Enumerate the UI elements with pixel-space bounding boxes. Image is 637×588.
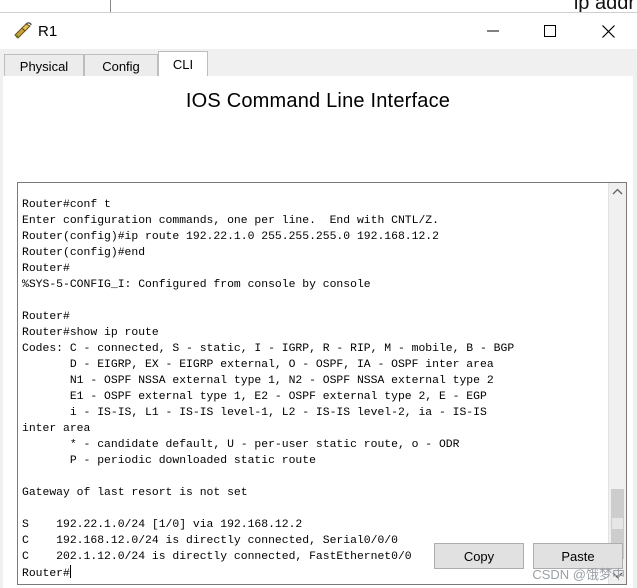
tab-bar: Physical Config CLI	[0, 49, 637, 77]
maximize-icon	[544, 25, 556, 37]
terminal-output[interactable]: Router#conf t Enter configuration comman…	[22, 197, 602, 582]
maximize-button[interactable]	[527, 13, 573, 49]
terminal-history: Router#conf t Enter configuration comman…	[22, 199, 515, 563]
tab-cli[interactable]: CLI	[158, 51, 208, 77]
router-app-icon	[12, 21, 34, 41]
router-window: R1 Physical Config CLI IOS Command Line …	[0, 12, 637, 588]
cli-terminal[interactable]: Router#conf t Enter configuration comman…	[17, 182, 627, 585]
minimize-button[interactable]	[470, 13, 516, 49]
close-icon	[601, 24, 615, 38]
text-cursor	[69, 565, 71, 578]
terminal-prompt: Router#	[22, 568, 70, 580]
scroll-up-button[interactable]	[609, 185, 626, 199]
title-bar[interactable]: R1	[0, 13, 637, 49]
cli-heading: IOS Command Line Interface	[185, 90, 451, 112]
watermark: CSDN @饿梦中	[532, 567, 625, 582]
copy-button[interactable]: Copy	[434, 543, 524, 569]
close-button[interactable]	[585, 13, 631, 49]
terminal-scrollbar[interactable]	[608, 183, 626, 584]
tab-physical[interactable]: Physical	[4, 54, 84, 77]
minimize-icon	[487, 30, 499, 32]
tab-config[interactable]: Config	[84, 54, 158, 77]
scrollbar-thumb-grip	[612, 518, 623, 529]
chevron-up-icon	[612, 188, 623, 195]
window-title: R1	[38, 23, 58, 40]
cli-panel: IOS Command Line Interface Router#conf t…	[3, 76, 633, 588]
background-divider	[110, 0, 111, 12]
